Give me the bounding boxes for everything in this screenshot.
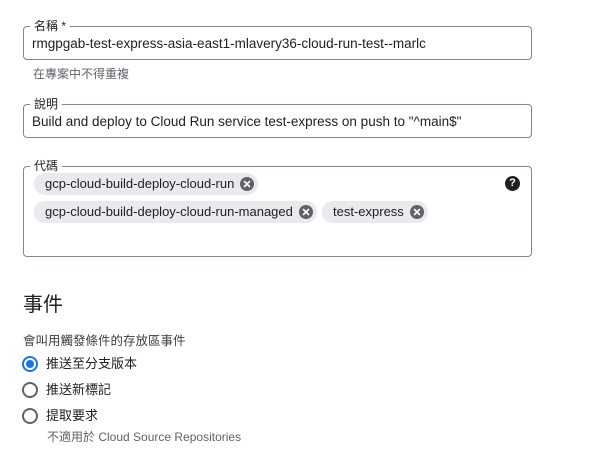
tags-field-label: 代碼	[30, 158, 63, 174]
tag-chip-label: gcp-cloud-build-deploy-cloud-run	[45, 176, 235, 191]
help-icon[interactable]: ?	[505, 176, 520, 191]
name-field-value[interactable]: rmgpgab-test-express-asia-east1-mlavery3…	[32, 35, 426, 53]
name-field-label: 名稱 *	[30, 18, 71, 34]
event-section-description: 會叫用觸發條件的存放區事件	[23, 334, 186, 348]
description-field-label: 說明	[30, 96, 63, 112]
radio-pull-request-label: 提取要求	[46, 408, 99, 423]
event-section-title: 事件	[23, 294, 63, 316]
radio-push-tag-label: 推送新標記	[46, 382, 112, 397]
tag-chip[interactable]: gcp-cloud-build-deploy-cloud-run	[34, 173, 259, 195]
radio-unchecked-icon[interactable]	[22, 408, 38, 424]
tags-field[interactable]: 代碼 gcp-cloud-build-deploy-cloud-run gcp-…	[23, 158, 532, 257]
tag-chip[interactable]: gcp-cloud-build-deploy-cloud-run-managed	[34, 201, 317, 223]
remove-tag-icon[interactable]	[298, 205, 313, 219]
remove-tag-icon[interactable]	[409, 205, 424, 219]
tag-chip[interactable]: test-express	[322, 201, 428, 223]
tag-chip-label: test-express	[333, 204, 404, 219]
description-field[interactable]: 說明 Build and deploy to Cloud Run service…	[23, 96, 532, 138]
radio-push-branch-label: 推送至分支版本	[46, 356, 138, 371]
radio-pull-request-sublabel: 不適用於 Cloud Source Repositories	[47, 430, 242, 444]
radio-unchecked-icon[interactable]	[22, 382, 38, 398]
description-field-value[interactable]: Build and deploy to Cloud Run service te…	[32, 113, 461, 131]
name-field-hint: 在專案中不得重複	[33, 67, 130, 81]
tag-chip-label: gcp-cloud-build-deploy-cloud-run-managed	[45, 204, 293, 219]
remove-tag-icon[interactable]	[240, 177, 255, 191]
name-field[interactable]: 名稱 * rmgpgab-test-express-asia-east1-mla…	[23, 18, 532, 60]
radio-checked-icon[interactable]	[22, 356, 38, 372]
